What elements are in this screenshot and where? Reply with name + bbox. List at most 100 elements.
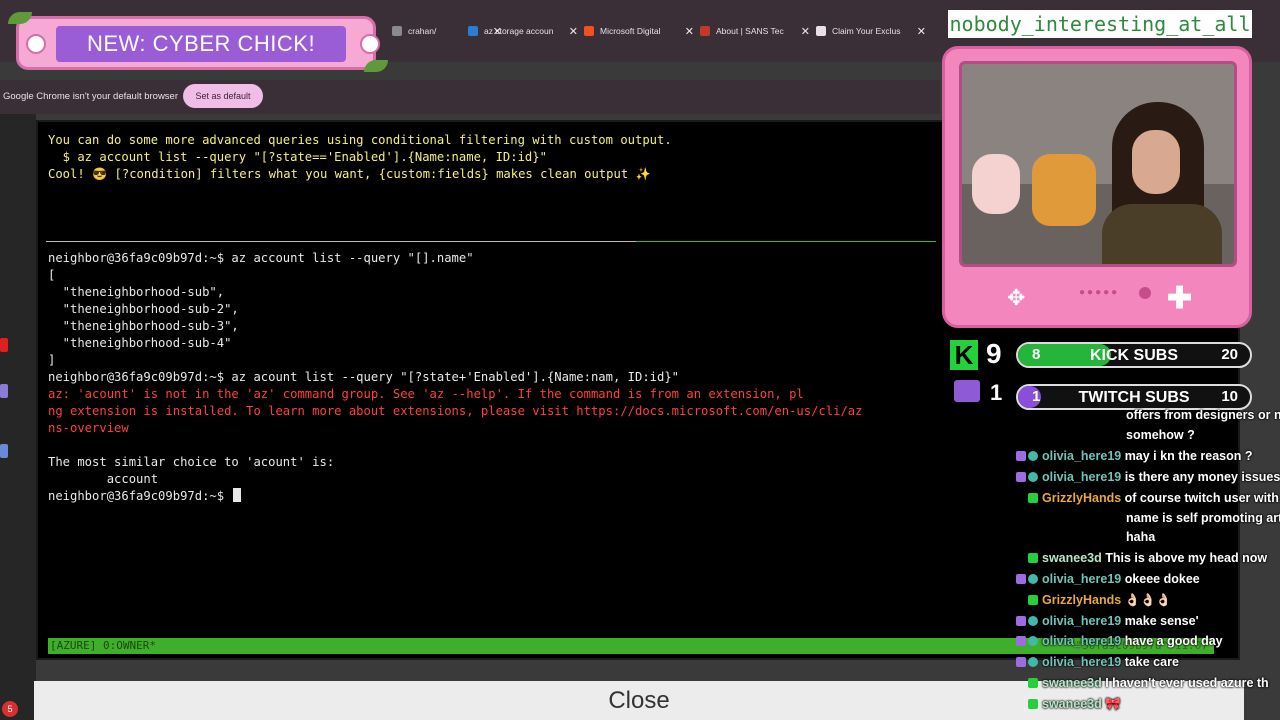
stream-title-banner: NEW: CYBER CHICK! (8, 12, 392, 74)
terminal-line: ] (48, 352, 55, 369)
chat-text: of course twitch user with (1121, 491, 1279, 505)
terminal-line: $ az account list --query "[?state=='Ena… (48, 149, 547, 166)
chat-text: may i kn the reason ? (1121, 449, 1253, 463)
chat-message: somehow ? (1126, 428, 1195, 442)
status-left: [AZURE] 0:OWNER* (50, 639, 156, 652)
terminal-line: "theneighborhood-sub-3", (48, 318, 239, 335)
kick-badge-icon (1028, 699, 1038, 709)
chat-message: haha (1126, 530, 1155, 544)
kick-follower-count: 9 (986, 338, 1002, 369)
tab-favicon-icon (392, 26, 402, 36)
close-tab-icon[interactable]: ✕ (917, 25, 926, 38)
terminal-line-text: ] (48, 353, 56, 367)
chat-text: have a good day (1121, 634, 1223, 648)
chat-badges (1000, 593, 1038, 607)
close-tab-icon[interactable]: ✕ (569, 25, 578, 38)
chat-username[interactable]: swanee3d (1042, 551, 1102, 565)
chat-username[interactable]: GrizzlyHands (1042, 491, 1121, 505)
stream-chat: offers from designers or n somehow ? olivi… (1000, 386, 1280, 720)
terminal-line: ng extension is installed. To learn more… (48, 403, 862, 420)
leaf-icon (364, 60, 388, 72)
kick-badge-icon (1028, 595, 1038, 605)
chat-badges (1000, 697, 1038, 711)
twitch-badge-icon (1016, 636, 1026, 646)
chat-text: make sense' (1121, 614, 1199, 628)
globe-badge-icon (1028, 472, 1038, 482)
browser-tab[interactable]: az storage accoun ✕ (468, 20, 578, 42)
streamer-body (1102, 204, 1222, 264)
twitch-badge-icon (1016, 574, 1026, 584)
twitch-badge-icon (1016, 472, 1026, 482)
close-tab-icon[interactable]: ✕ (685, 25, 694, 38)
terminal-line-text: ng extension is installed. To learn more… (48, 404, 863, 418)
chat-badges (1000, 491, 1038, 505)
terminal-line-text: The most similar choice to 'acount' is: (48, 455, 335, 469)
terminal-cursor (233, 488, 242, 502)
console-button-icon (1139, 287, 1151, 299)
terminal-line-text: "theneighborhood-sub-4" (48, 336, 232, 350)
desktop-left-strip: 5 (0, 114, 36, 720)
chat-username[interactable]: olivia_here19 (1042, 449, 1121, 463)
infobar-message: Google Chrome isn't your default browser (3, 91, 179, 102)
kick-subs-label: KICK SUBS (1089, 347, 1178, 364)
chat-message: olivia_here19 take care (1000, 655, 1280, 669)
browser-tab[interactable]: Microsoft Digital ✕ (584, 20, 694, 42)
chat-message: GrizzlyHands of course twitch user with (1000, 491, 1280, 505)
chat-text: is there any money issues (1121, 470, 1280, 484)
terminal-line-text: $ az account list --query "[?state=='Ena… (48, 150, 547, 164)
terminal-line: "theneighborhood-sub-4" (48, 335, 232, 352)
chat-username[interactable]: olivia_here19 (1042, 655, 1121, 669)
close-tab-icon[interactable]: ✕ (801, 25, 810, 38)
set-default-button[interactable]: Set as default (183, 84, 263, 108)
plush-toy (1032, 154, 1096, 226)
chat-message: swanee3d I haven't ever used azure th (1000, 676, 1280, 690)
chat-username[interactable]: swanee3d (1042, 697, 1102, 711)
app-icon[interactable] (0, 384, 8, 398)
chat-username[interactable]: olivia_here19 (1042, 614, 1121, 628)
terminal-line: The most similar choice to 'acount' is: (48, 454, 334, 471)
twitch-badge-icon (1016, 616, 1026, 626)
globe-badge-icon (1028, 574, 1038, 584)
terminal-line-text: "theneighborhood-sub-3", (48, 319, 239, 333)
terminal-line: "theneighborhood-sub-2", (48, 301, 239, 318)
chat-username[interactable]: olivia_here19 (1042, 572, 1121, 586)
chat-username[interactable]: olivia_here19 (1042, 634, 1121, 648)
streamer-face (1132, 130, 1180, 194)
browser-tab[interactable]: Claim Your Exclus ✕ (816, 20, 926, 42)
chat-username[interactable]: GrizzlyHands (1042, 593, 1121, 607)
chat-text: okeee dokee (1121, 572, 1200, 586)
chat-text: This is above my head now (1101, 551, 1268, 565)
terminal-line-text: "theneighborhood-sub", (48, 285, 225, 299)
globe-badge-icon (1028, 616, 1038, 626)
chat-text: I haven't ever used azure th (1101, 676, 1269, 690)
kick-badge-icon (1028, 553, 1038, 563)
kick-badge-icon (1028, 493, 1038, 503)
terminal-line-text: [ (48, 268, 56, 282)
terminal-line: neighbor@36fa9c09b97d:~$ az acount list … (48, 369, 679, 386)
terminal-line: neighbor@36fa9c09b97d:~$ az account list… (48, 250, 474, 267)
chat-username[interactable]: swanee3d (1042, 676, 1102, 690)
terminal-line: account (48, 471, 158, 488)
chat-text: take care (1121, 655, 1179, 669)
kick-badge-icon (1028, 678, 1038, 688)
kick-logo-icon: K (950, 340, 978, 370)
browser-tab[interactable]: About | SANS Tec ✕ (700, 20, 810, 42)
tab-favicon-icon (468, 26, 478, 36)
twitch-badge-icon (1016, 451, 1026, 461)
notification-badge: 5 (2, 701, 18, 717)
app-icon[interactable] (0, 444, 8, 458)
terminal-line-text: You can do some more advanced queries us… (48, 133, 672, 147)
chat-username[interactable]: olivia_here19 (1042, 470, 1121, 484)
terminal-line: Cool! 😎 [?condition] filters what you wa… (48, 166, 651, 183)
plush-toy (972, 154, 1020, 214)
tab-label: Claim Your Exclus (832, 26, 901, 36)
chat-message: GrizzlyHands 👌🏻👌🏻👌🏻 (1000, 593, 1280, 608)
app-icon[interactable] (0, 338, 8, 352)
terminal-line-text: neighbor@36fa9c09b97d:~$ (48, 489, 232, 503)
chat-text: haha (1126, 530, 1156, 544)
streamer-username: nobody_interesting_at_all (948, 10, 1252, 38)
chat-message: olivia_here19 have a good day (1000, 634, 1280, 648)
chat-message: offers from designers or n (1126, 408, 1280, 422)
kick-subs-goal: 20 (1221, 346, 1238, 363)
globe-badge-icon (1028, 636, 1038, 646)
